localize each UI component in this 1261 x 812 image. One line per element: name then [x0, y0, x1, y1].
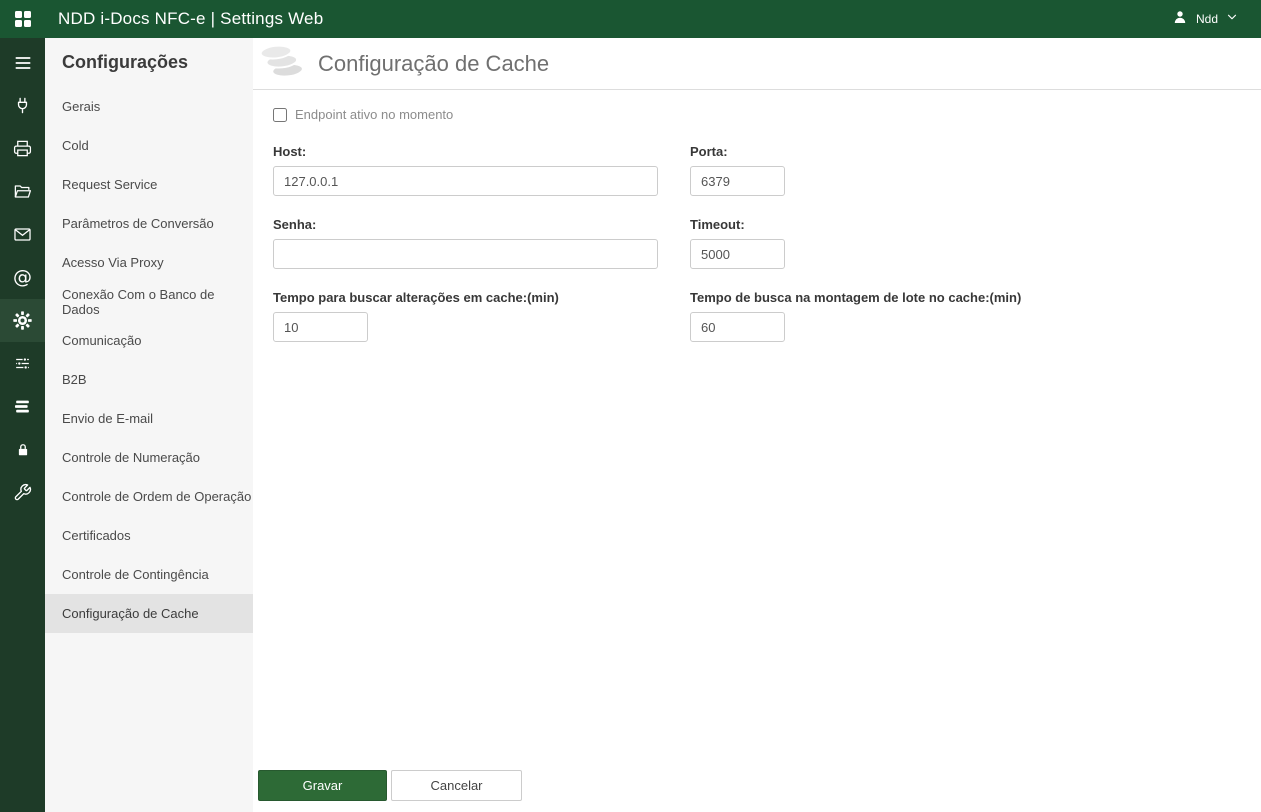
page-title: Configuração de Cache [318, 50, 550, 76]
rail-item-printer[interactable] [0, 127, 45, 170]
sidebar-heading: Configurações [62, 52, 189, 72]
endpoint-checkbox-label: Endpoint ativo no momento [295, 107, 454, 122]
rail-item-folder[interactable] [0, 170, 45, 213]
sidebar-item-request-service[interactable]: Request Service [45, 165, 253, 204]
save-button[interactable]: Gravar [258, 770, 387, 801]
mail-icon [13, 225, 32, 244]
settings-sidebar: Configurações Gerais Cold Request Servic… [45, 38, 253, 812]
endpoint-checkbox[interactable] [273, 107, 287, 122]
sidebar-item-gerais[interactable]: Gerais [45, 87, 253, 126]
sidebar-item-controle-contingencia[interactable]: Controle de Contingência [45, 555, 253, 594]
tempo-alteracoes-field-group: Tempo para buscar alterações em cache:(m… [273, 290, 658, 342]
timeout-input[interactable] [690, 239, 785, 269]
user-name: Ndd [1195, 12, 1218, 26]
main-panel: Configuração de Cache Endpoint ativo no … [253, 38, 1261, 812]
porta-input[interactable] [690, 166, 785, 196]
rail-item-at[interactable]: @ [0, 256, 45, 299]
icon-rail: @ [0, 38, 45, 812]
timeout-field-group: Timeout: [690, 217, 1021, 269]
rail-item-gear[interactable] [0, 299, 45, 342]
sidebar-item-acesso-proxy[interactable]: Acesso Via Proxy [45, 243, 253, 282]
sliders-icon [13, 354, 32, 373]
wrench-icon [13, 483, 32, 502]
rail-item-menu[interactable] [0, 41, 45, 84]
rail-item-wrench[interactable] [0, 471, 45, 514]
sidebar-item-envio-email[interactable]: Envio de E-mail [45, 399, 253, 438]
cache-database-icon [256, 40, 310, 88]
sidebar-item-controle-ordem-operacao[interactable]: Controle de Ordem de Operação [45, 477, 253, 516]
lock-icon [14, 441, 32, 459]
sidebar-item-conexao-banco[interactable]: Conexão Com o Banco de Dados [45, 282, 253, 321]
sidebar-item-controle-numeracao[interactable]: Controle de Numeração [45, 438, 253, 477]
tempo-alteracoes-label: Tempo para buscar alterações em cache:(m… [273, 290, 559, 305]
host-label: Host: [273, 144, 307, 159]
rail-item-mail[interactable] [0, 213, 45, 256]
host-input[interactable] [273, 166, 658, 196]
cache-config-form: Endpoint ativo no momento Host: Porta: S… [253, 107, 1261, 342]
top-bar: NDD i-Docs NFC-e | Settings Web Ndd [0, 0, 1261, 38]
senha-input[interactable] [273, 239, 658, 269]
tempo-alteracoes-input[interactable] [273, 312, 368, 342]
rail-item-stack[interactable] [0, 385, 45, 428]
sidebar-item-configuracao-cache[interactable]: Configuração de Cache [45, 594, 253, 633]
user-icon [1171, 8, 1189, 31]
app-logo-button[interactable] [0, 0, 46, 38]
tempo-lote-field-group: Tempo de busca na montagem de lote no ca… [690, 290, 1021, 342]
at-icon: @ [13, 266, 32, 288]
user-menu[interactable]: Ndd [1171, 8, 1261, 31]
sidebar-item-parametros-conversao[interactable]: Parâmetros de Conversão [45, 204, 253, 243]
timeout-label: Timeout: [690, 217, 745, 232]
sidebar-item-comunicacao[interactable]: Comunicação [45, 321, 253, 360]
form-actions: Gravar Cancelar [258, 770, 522, 801]
tempo-lote-label: Tempo de busca na montagem de lote no ca… [690, 290, 1022, 305]
gear-icon [12, 310, 33, 331]
porta-label: Porta: [690, 144, 728, 159]
app-title: NDD i-Docs NFC-e | Settings Web [58, 9, 324, 28]
page-header: Configuração de Cache [253, 38, 1261, 90]
menu-icon [13, 53, 33, 73]
rail-item-plug[interactable] [0, 84, 45, 127]
porta-field-group: Porta: [690, 144, 1021, 196]
folder-open-icon [13, 182, 32, 201]
windows-grid-icon [15, 11, 31, 27]
host-field-group: Host: [273, 144, 658, 196]
cancel-button[interactable]: Cancelar [391, 770, 522, 801]
tempo-lote-input[interactable] [690, 312, 785, 342]
endpoint-checkbox-row[interactable]: Endpoint ativo no momento [273, 107, 1261, 122]
sidebar-item-b2b[interactable]: B2B [45, 360, 253, 399]
senha-field-group: Senha: [273, 217, 658, 269]
sidebar-item-cold[interactable]: Cold [45, 126, 253, 165]
form-grid: Host: Porta: Senha: Timeout: Tempo para … [273, 144, 1021, 342]
senha-label: Senha: [273, 217, 317, 232]
sidebar-item-certificados[interactable]: Certificados [45, 516, 253, 555]
chevron-down-icon [1225, 10, 1239, 29]
printer-icon [13, 139, 32, 158]
plug-icon [13, 96, 32, 115]
stack-icon [13, 397, 32, 416]
rail-item-lock[interactable] [0, 428, 45, 471]
rail-item-sliders[interactable] [0, 342, 45, 385]
